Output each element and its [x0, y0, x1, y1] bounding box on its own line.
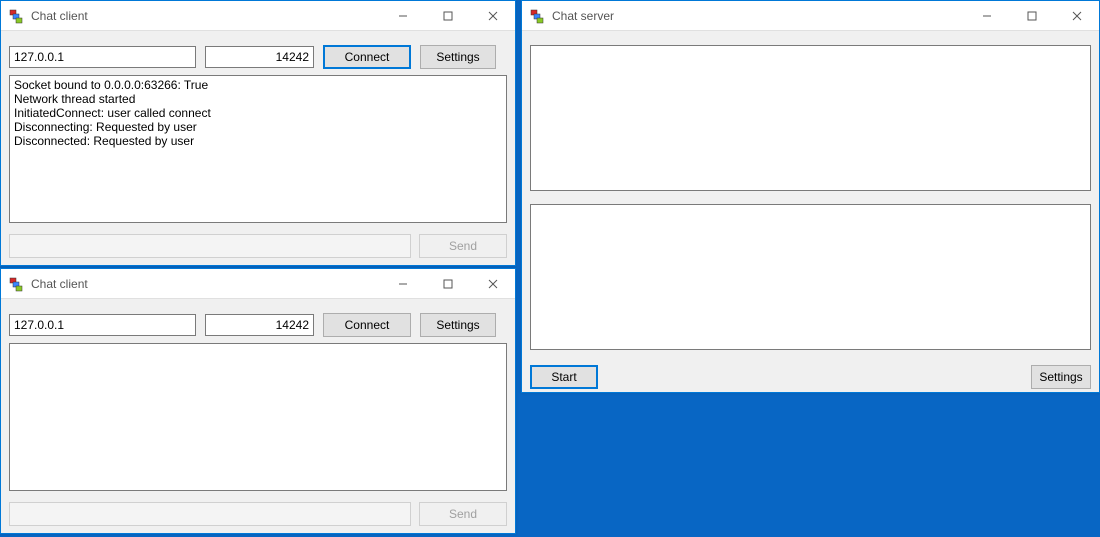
window-controls: [380, 269, 515, 298]
message-row: Send: [9, 502, 507, 526]
titlebar[interactable]: Chat server: [522, 1, 1099, 31]
send-button: Send: [419, 234, 507, 258]
server-log-textarea[interactable]: [530, 45, 1091, 191]
chat-client-window-1: Chat client Connect Settings Socket boun…: [0, 0, 516, 266]
log-textarea[interactable]: Socket bound to 0.0.0.0:63266: True Netw…: [9, 75, 507, 223]
app-icon: [9, 8, 25, 24]
start-button[interactable]: Start: [530, 365, 598, 389]
titlebar[interactable]: Chat client: [1, 269, 515, 299]
app-icon: [530, 8, 546, 24]
settings-button[interactable]: Settings: [420, 313, 496, 337]
window-controls: [380, 1, 515, 30]
message-input: [9, 234, 411, 258]
settings-button[interactable]: Settings: [420, 45, 496, 69]
connection-toolbar: Connect Settings: [9, 45, 507, 69]
server-body: Start Settings: [522, 31, 1099, 397]
chat-server-window: Chat server Start Settings: [521, 0, 1100, 393]
client-body: Connect Settings Send: [1, 299, 515, 534]
settings-button[interactable]: Settings: [1031, 365, 1091, 389]
maximize-button[interactable]: [1009, 1, 1054, 30]
minimize-button[interactable]: [964, 1, 1009, 30]
host-input[interactable]: [9, 46, 196, 68]
server-clients-textarea[interactable]: [530, 204, 1091, 350]
window-title: Chat client: [31, 277, 380, 291]
chat-client-window-2: Chat client Connect Settings Send: [0, 268, 516, 534]
minimize-button[interactable]: [380, 1, 425, 30]
maximize-button[interactable]: [425, 1, 470, 30]
host-input[interactable]: [9, 314, 196, 336]
port-input[interactable]: [205, 46, 314, 68]
connect-button[interactable]: Connect: [323, 45, 411, 69]
server-toolbar: Start Settings: [530, 365, 1091, 389]
close-button[interactable]: [470, 1, 515, 30]
window-title: Chat client: [31, 9, 380, 23]
minimize-button[interactable]: [380, 269, 425, 298]
connect-button[interactable]: Connect: [323, 313, 411, 337]
maximize-button[interactable]: [425, 269, 470, 298]
log-textarea[interactable]: [9, 343, 507, 491]
close-button[interactable]: [1054, 1, 1099, 30]
close-button[interactable]: [470, 269, 515, 298]
connection-toolbar: Connect Settings: [9, 313, 507, 337]
send-button: Send: [419, 502, 507, 526]
window-title: Chat server: [552, 9, 964, 23]
client-body: Connect Settings Socket bound to 0.0.0.0…: [1, 31, 515, 266]
app-icon: [9, 276, 25, 292]
message-row: Send: [9, 234, 507, 258]
port-input[interactable]: [205, 314, 314, 336]
titlebar[interactable]: Chat client: [1, 1, 515, 31]
message-input: [9, 502, 411, 526]
window-controls: [964, 1, 1099, 30]
